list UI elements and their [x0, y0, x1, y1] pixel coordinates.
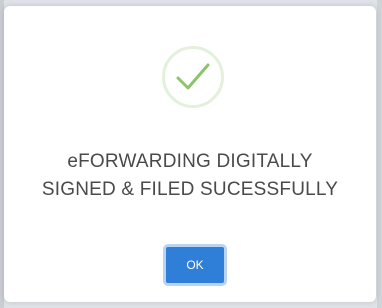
ok-button[interactable]: OK [163, 244, 227, 286]
success-icon-circle [162, 46, 224, 108]
backdrop-edge-right [377, 0, 382, 308]
message-line-2: SIGNED & FILED SUCESSFULLY [41, 179, 339, 200]
message-line-1: eFORWARDING DIGITALLY [67, 151, 313, 172]
success-dialog: eFORWARDING DIGITALLY SIGNED & FILED SUC… [4, 6, 376, 302]
checkmark-icon [176, 63, 210, 90]
success-message: eFORWARDING DIGITALLY SIGNED & FILED SUC… [4, 148, 376, 204]
